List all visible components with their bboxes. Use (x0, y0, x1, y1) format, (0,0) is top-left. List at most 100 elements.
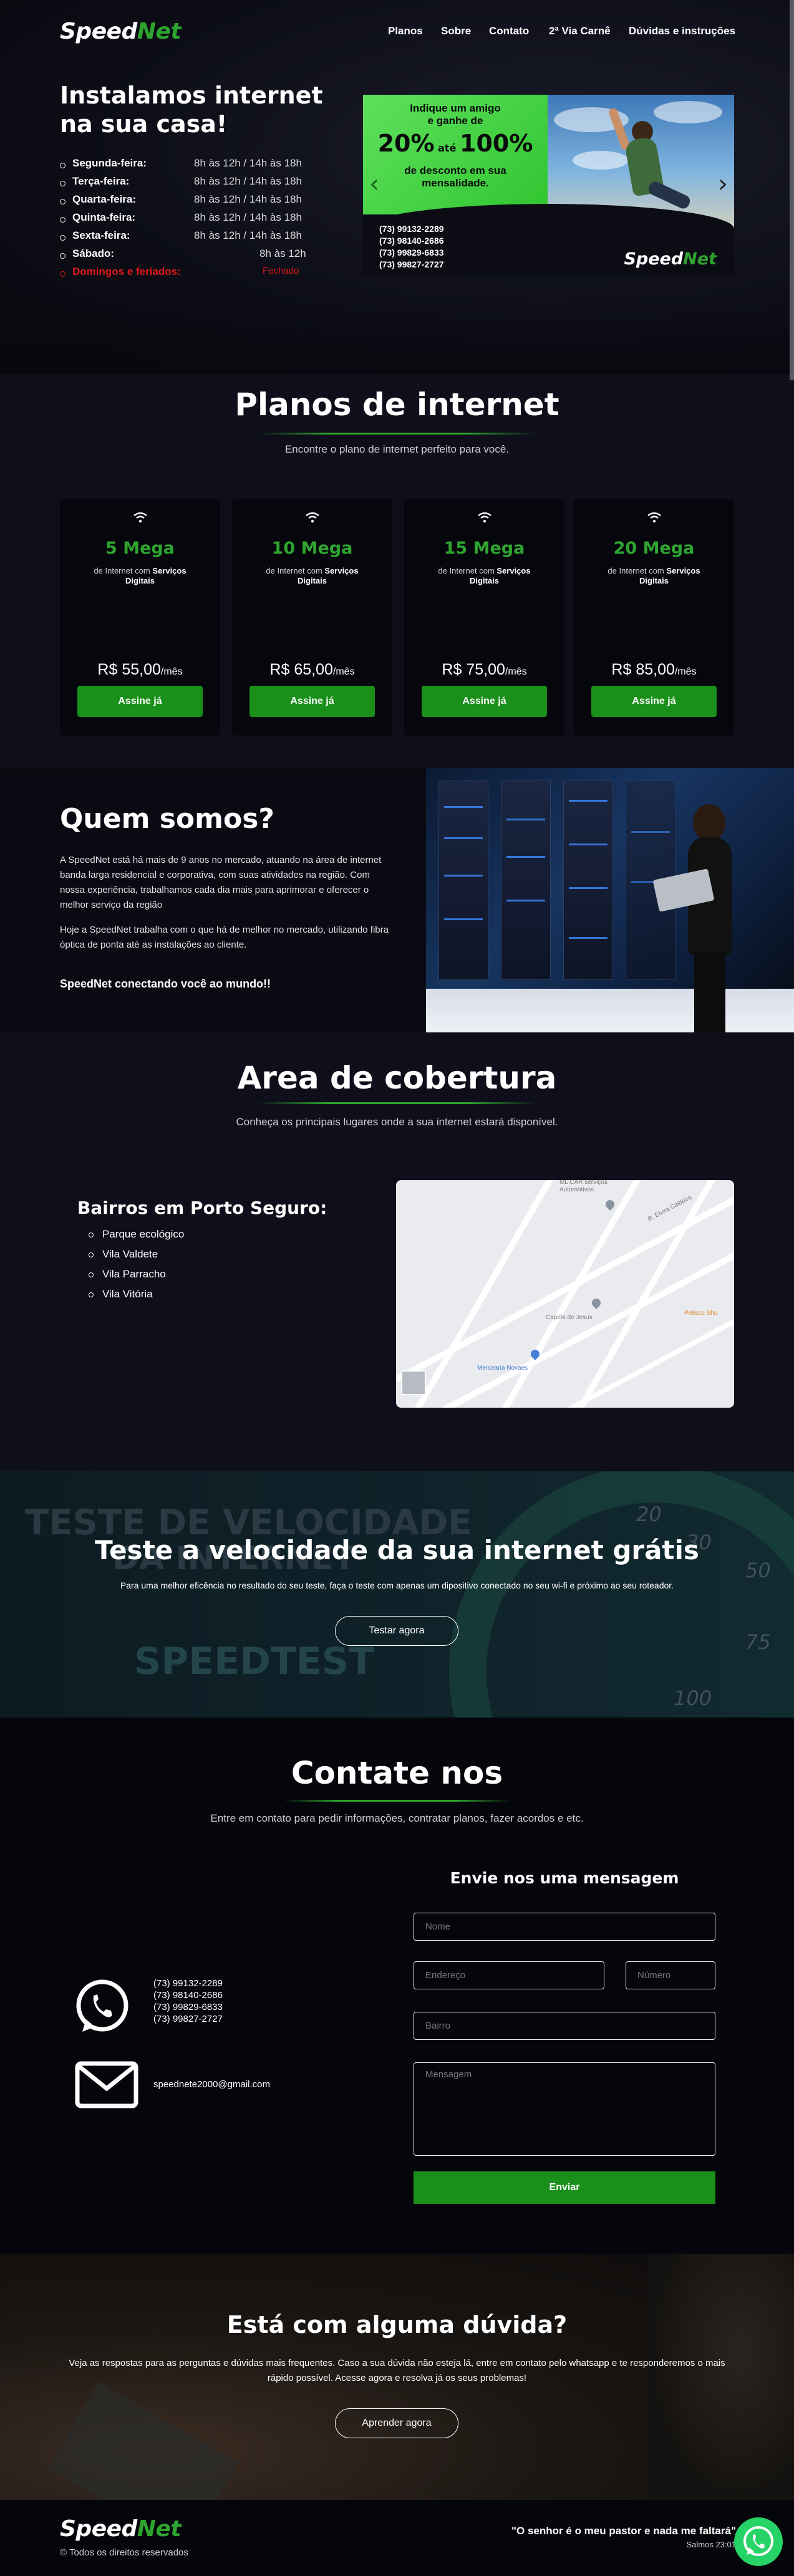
plan-price: R$ 65,00/mês (269, 661, 355, 678)
logo-text-net: Net (137, 19, 182, 44)
hours-item: Quinta-feira: 8h às 12h / 14h às 18h (60, 211, 309, 229)
hours-item: Sexta-feira: 8h às 12h / 14h às 18h (60, 229, 309, 248)
whatsapp-icon (743, 2526, 773, 2556)
plan-card-5mega: 5 Mega de Internet com Serviços Digitais… (60, 499, 220, 736)
gauge-number: 75 (745, 1630, 771, 1654)
neighborhood-item: Parque ecológico (77, 1228, 184, 1248)
wifi-icon (404, 511, 564, 527)
neighborhoods-list: Parque ecológico Vila Valdete Vila Parra… (77, 1228, 184, 1308)
coverage-subtitle: Conheça os principais lugares onde a sua… (236, 1116, 558, 1128)
message-field[interactable] (414, 2062, 715, 2156)
copyright: © Todos os direitos reservados (60, 2547, 188, 2558)
whatsapp-icon[interactable] (74, 1978, 131, 2039)
plan-card-15mega: 15 Mega de Internet com Serviços Digitai… (404, 499, 564, 736)
faq-section: Está com alguma dúvida? Veja as resposta… (0, 2254, 794, 2500)
footer-quote-ref: Salmos 23:01 (686, 2540, 737, 2549)
about-section: Quem somos? A SpeedNet está há mais de 9… (0, 768, 794, 1032)
plan-card-20mega: 20 Mega de Internet com Serviços Digitai… (574, 499, 734, 736)
whatsapp-float-button[interactable] (734, 2517, 783, 2566)
faq-title: Está com alguma dúvida? (226, 2311, 568, 2338)
promo-phones: (73) 99132-2289 (73) 98140-2686 (73) 998… (379, 224, 444, 269)
planos-underline (258, 433, 536, 435)
subscribe-button[interactable]: Assine já (77, 686, 203, 717)
subscribe-button[interactable]: Assine já (249, 686, 375, 717)
footer-quote: "O senhor é o meu pastor e nada me falta… (511, 2525, 736, 2537)
logo-text-speed: Speed (60, 19, 137, 44)
map-layer-toggle[interactable] (401, 1370, 426, 1395)
neighborhood-item: Vila Parracho (77, 1268, 184, 1288)
promo-logo: SpeedNet (624, 249, 717, 269)
plan-desc: de Internet com Serviços Digitais (94, 566, 186, 585)
email-icon[interactable] (75, 2061, 138, 2112)
hours-item: Segunda-feira: 8h às 12h / 14h às 18h (60, 157, 309, 175)
plan-name: 20 Mega (613, 539, 695, 558)
neighborhoods-title: Bairros em Porto Seguro: (77, 1198, 327, 1218)
map-pin-icon[interactable] (604, 1198, 616, 1211)
contact-section: Contate nos Entre em contato para pedir … (0, 1718, 794, 2254)
speedtest-title: Teste a velocidade da sua internet gráti… (95, 1535, 699, 1565)
speedtest-text: Para uma melhor eficência no resultado d… (120, 1580, 674, 1590)
coverage-map[interactable]: ML CAR serviços Automotivos R. Elvira Ca… (396, 1180, 734, 1408)
coverage-title: Area de cobertura (237, 1060, 557, 1096)
wifi-icon (60, 511, 220, 527)
wifi-icon (232, 511, 392, 527)
contact-underline (283, 1800, 511, 1802)
contact-email[interactable]: speednete2000@gmail.com (153, 2079, 270, 2090)
name-field[interactable] (414, 1913, 715, 1941)
map-label: ML CAR serviços (559, 1180, 608, 1186)
speedtest-section: TESTE DE VELOCIDADE DA INTERNET SPEEDTES… (0, 1471, 794, 1718)
hours-item: Sábado: 8h às 12h (60, 248, 309, 266)
plan-desc: de Internet com Serviços Digitais (438, 566, 531, 585)
promo-offer-box: Indique um amigo e ganhe de 20% até 100%… (363, 95, 548, 214)
hours-item: Terça-feira: 8h às 12h / 14h às 18h (60, 175, 309, 193)
about-title: Quem somos? (60, 803, 274, 835)
nav-planos[interactable]: Planos (388, 25, 423, 37)
neighborhood-item: Vila Valdete (77, 1248, 184, 1268)
hero-section: SpeedNet Planos Sobre Contato 2ª Via Car… (0, 0, 794, 374)
plan-price: R$ 55,00/mês (97, 661, 183, 678)
footer: SpeedNet © Todos os direitos reservados … (0, 2500, 794, 2576)
planos-subtitle: Encontre o plano de internet perfeito pa… (284, 443, 510, 455)
speedtest-ghost-text: SPEEDTEST (134, 1640, 375, 1683)
contact-subtitle: Entre em contato para pedir informações,… (210, 1812, 584, 1824)
neighborhood-field[interactable] (414, 2012, 715, 2040)
footer-logo[interactable]: SpeedNet (60, 2516, 182, 2542)
hero-title: Instalamos internet na sua casa! (60, 82, 323, 138)
subscribe-button[interactable]: Assine já (591, 686, 717, 717)
nav-contato[interactable]: Contato (489, 25, 529, 37)
learn-now-button[interactable]: Aprender agora (335, 2408, 458, 2438)
plan-name: 5 Mega (105, 539, 175, 558)
site-logo[interactable]: SpeedNet (60, 19, 182, 44)
hours-item-closed: Domingos e feriados: Fechado (60, 266, 309, 284)
plan-desc: de Internet com Serviços Digitais (266, 566, 359, 585)
hours-item: Quarta-feira: 8h às 12h / 14h às 18h (60, 193, 309, 211)
subscribe-button[interactable]: Assine já (422, 686, 547, 717)
promo-carousel[interactable]: Indique um amigo e ganhe de 20% até 100%… (363, 95, 734, 276)
map-pin-icon[interactable] (590, 1297, 603, 1309)
map-label: Petisco Sho (684, 1310, 718, 1317)
map-label: Mercearia Novaes (477, 1365, 528, 1372)
number-field[interactable] (626, 1961, 715, 1989)
page-scrollbar[interactable] (790, 0, 794, 380)
plan-card-10mega: 10 Mega de Internet com Serviços Digitai… (232, 499, 392, 736)
wifi-icon (574, 511, 734, 527)
gauge-number: 100 (674, 1686, 712, 1710)
send-button[interactable]: Enviar (414, 2171, 715, 2204)
contact-phones: (73) 99132-2289 (73) 98140-2686 (73) 998… (153, 1978, 223, 2024)
plan-name: 10 Mega (271, 539, 353, 558)
nav-duvidas[interactable]: Dúvidas e instruções (629, 25, 735, 37)
test-speed-button[interactable]: Testar agora (335, 1616, 458, 1646)
nav-segunda-via[interactable]: 2ª Via Carnê (549, 25, 611, 37)
map-label: Capela de Jesus (546, 1314, 593, 1321)
plan-desc: de Internet com Serviços Digitais (608, 566, 700, 585)
contact-title: Contate nos (291, 1755, 503, 1791)
carousel-next-icon[interactable]: › (718, 170, 728, 198)
nav-sobre[interactable]: Sobre (441, 25, 471, 37)
address-field[interactable] (414, 1961, 604, 1989)
about-tagline: SpeedNet conectando você ao mundo!! (60, 978, 271, 990)
about-paragraph-2: Hoje a SpeedNet trabalha com o que há de… (60, 925, 389, 950)
opening-hours-list: Segunda-feira: 8h às 12h / 14h às 18h Ter… (60, 157, 309, 284)
plan-name: 15 Mega (443, 539, 525, 558)
form-title: Envie nos uma mensagem (450, 1869, 679, 1887)
carousel-prev-icon[interactable]: ‹ (369, 170, 379, 198)
